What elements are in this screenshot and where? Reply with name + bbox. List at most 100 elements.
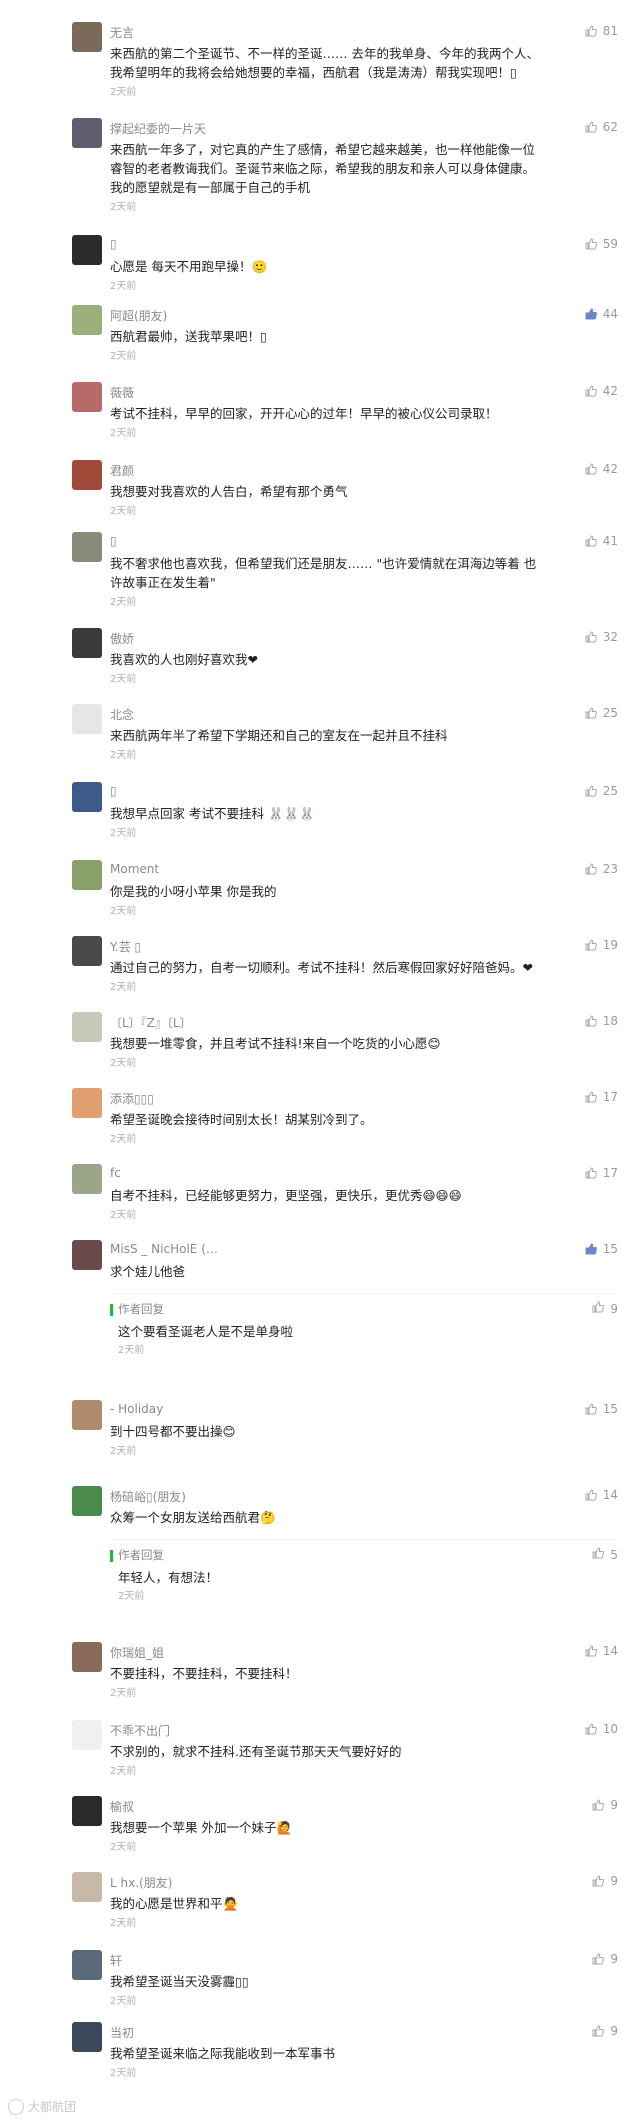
avatar[interactable] — [72, 936, 102, 966]
like-count: 17 — [602, 1090, 618, 1104]
comment-author[interactable]: 北念 — [110, 706, 134, 723]
like-button[interactable]: 9 — [592, 1952, 618, 1966]
avatar[interactable] — [72, 1872, 102, 1902]
avatar[interactable] — [72, 704, 102, 734]
avatar[interactable] — [72, 2022, 102, 2052]
like-count: 14 — [602, 1644, 618, 1658]
comment-author[interactable]: ▯ — [110, 237, 117, 251]
thumbs-up-icon — [585, 535, 597, 547]
reply-accent-bar — [110, 1304, 113, 1316]
like-button[interactable]: 41 — [585, 534, 618, 548]
like-button[interactable]: 9 — [592, 2024, 618, 2038]
avatar[interactable] — [72, 235, 102, 265]
like-button[interactable]: 9 — [592, 1874, 618, 1888]
avatar[interactable] — [72, 1950, 102, 1980]
avatar[interactable] — [72, 1400, 102, 1430]
comment-text: 我希望圣诞来临之际我能收到一本军事书 — [110, 2046, 336, 2061]
avatar[interactable] — [72, 1240, 102, 1270]
comment-author[interactable]: - Holiday — [110, 1402, 163, 1416]
like-button[interactable]: 81 — [585, 24, 618, 38]
comment-text: 我的心愿是世界和平🙅 — [110, 1896, 239, 1911]
comment-text: 来西航一年多了，对它真的产生了感情，希望它越来越美，也一样他能像一位 — [110, 142, 536, 157]
avatar[interactable] — [72, 1720, 102, 1750]
comment-text: 众筹一个女朋友送给西航君🤔 — [110, 1510, 276, 1525]
avatar[interactable] — [72, 1012, 102, 1042]
like-button[interactable]: 62 — [585, 120, 618, 134]
comment-author[interactable]: 杨碚峪▯(朋友) — [110, 1488, 186, 1505]
thumbs-up-icon — [585, 308, 597, 320]
comment-author[interactable]: 不乖不出门 — [110, 1722, 170, 1739]
comment-author[interactable]: 添添▯▯▯ — [110, 1090, 154, 1107]
like-button[interactable]: 15 — [585, 1242, 618, 1256]
like-button[interactable]: 18 — [585, 1014, 618, 1028]
avatar[interactable] — [72, 118, 102, 148]
avatar[interactable] — [72, 460, 102, 490]
comment-text: 我想要一堆零食，并且考试不挂科!来自一个吃货的小心愿😊 — [110, 1036, 441, 1051]
comment-author[interactable]: 阿超(朋友) — [110, 307, 167, 324]
comment-time: 2天前 — [110, 1058, 137, 1069]
like-button[interactable]: 25 — [585, 706, 618, 720]
like-button[interactable]: 17 — [585, 1166, 618, 1180]
like-button[interactable]: 32 — [585, 630, 618, 644]
comment-author[interactable]: 薇薇 — [110, 384, 134, 401]
thumbs-up-icon — [592, 1301, 605, 1316]
avatar[interactable] — [72, 628, 102, 658]
avatar[interactable] — [72, 1642, 102, 1672]
thumbs-up-icon — [585, 631, 597, 643]
comment-author[interactable]: ▯ — [110, 534, 117, 548]
like-button[interactable]: 59 — [585, 237, 618, 251]
reply-author-label: 作者回复 — [118, 1548, 164, 1562]
avatar[interactable] — [72, 860, 102, 890]
comment-author[interactable]: 无言 — [110, 24, 134, 41]
thumbs-up-icon — [592, 2025, 605, 2037]
comment-author[interactable]: 傲娇 — [110, 630, 134, 647]
comment-text: 我喜欢的人也刚好喜欢我❤ — [110, 652, 258, 667]
thumbs-up-icon — [585, 1645, 597, 1657]
comment-author[interactable]: ▯ — [110, 784, 117, 798]
comment-text: 考试不挂科，早早的回家，开开心心的过年！早早的被心仪公司录取！ — [110, 406, 498, 421]
avatar[interactable] — [72, 782, 102, 812]
avatar[interactable] — [72, 532, 102, 562]
comment-text: 你是我的小呀小苹果 你是我的 — [110, 884, 277, 899]
like-button[interactable]: 42 — [585, 384, 618, 398]
comment-text: 来西航两年半了希望下学期还和自己的室友在一起并且不挂科 — [110, 728, 448, 743]
comment-author[interactable]: 轩 — [110, 1952, 122, 1969]
like-button[interactable]: 14 — [585, 1644, 618, 1658]
comment-author[interactable]: 榆叔 — [110, 1798, 134, 1815]
avatar[interactable] — [72, 1486, 102, 1516]
like-button[interactable]: 42 — [585, 462, 618, 476]
like-count: 9 — [610, 1874, 618, 1888]
like-button[interactable]: 23 — [585, 862, 618, 876]
like-button[interactable]: 9 — [592, 1798, 618, 1812]
reply-like-button[interactable]: 5 — [592, 1547, 618, 1562]
avatar[interactable] — [72, 382, 102, 412]
like-button[interactable]: 10 — [585, 1722, 618, 1736]
avatar[interactable] — [72, 1164, 102, 1194]
comment-author[interactable]: Moment — [110, 862, 159, 876]
comment-author[interactable]: MisS _ NicHolE (… — [110, 1242, 218, 1256]
comment-author[interactable]: 你瑞姐_姐 — [110, 1644, 164, 1661]
comment-author[interactable]: 撑起纪委的一片天 — [110, 120, 206, 137]
comment-time: 2天前 — [110, 1842, 137, 1853]
comment-author[interactable]: 当初 — [110, 2024, 134, 2041]
comment-author[interactable]: 君颜 — [110, 462, 134, 479]
like-button[interactable]: 25 — [585, 784, 618, 798]
comment-author[interactable]: fc — [110, 1166, 121, 1180]
avatar[interactable] — [72, 305, 102, 335]
comment-author[interactable]: L hx.(朋友) — [110, 1874, 172, 1891]
comment-time: 2天前 — [110, 982, 137, 993]
author-reply: 作者回复 5 年轻人，有想法！ 2天前 — [110, 1547, 618, 1603]
reply-like-button[interactable]: 9 — [592, 1301, 618, 1316]
reply-like-count: 9 — [610, 1301, 618, 1316]
like-button[interactable]: 19 — [585, 938, 618, 952]
comment-author[interactable]: 〔L〕『Z』〔L〕 — [110, 1014, 192, 1031]
avatar[interactable] — [72, 22, 102, 52]
comment-author[interactable]: Y.芸 ▯ — [110, 938, 141, 955]
like-button[interactable]: 14 — [585, 1488, 618, 1502]
like-button[interactable]: 44 — [585, 307, 618, 321]
comment-text: 我想要对我喜欢的人告白，希望有那个勇气 — [110, 484, 348, 499]
avatar[interactable] — [72, 1088, 102, 1118]
like-button[interactable]: 15 — [585, 1402, 618, 1416]
avatar[interactable] — [72, 1796, 102, 1826]
like-button[interactable]: 17 — [585, 1090, 618, 1104]
